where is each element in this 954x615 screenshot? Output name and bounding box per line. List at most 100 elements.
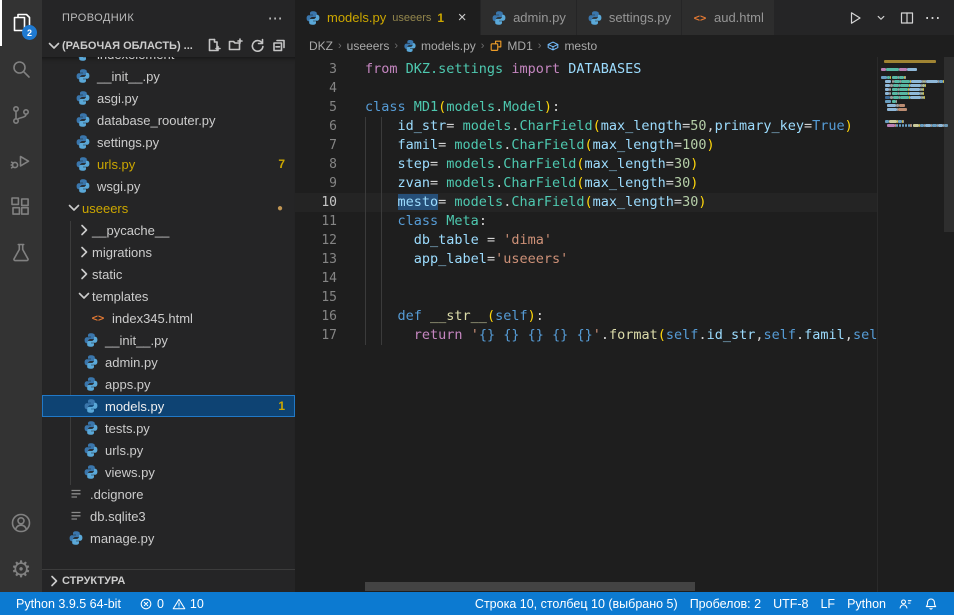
breadcrumb-useeers[interactable]: useeers [347, 39, 390, 53]
python-file-icon [83, 332, 99, 348]
breadcrumb-mesto[interactable]: mesto [546, 39, 597, 53]
breadcrumb-DKZ[interactable]: DKZ [309, 39, 333, 53]
minimap-line [924, 96, 925, 99]
field-symbol-icon [546, 39, 560, 53]
run-icon [847, 10, 863, 26]
code-line-16[interactable]: 16 def __str__(self): [295, 307, 877, 326]
code-line-7[interactable]: 7 famil= models.CharField(max_length=100… [295, 136, 877, 155]
status-problems[interactable]: 010 [133, 592, 210, 615]
workspace-section-header[interactable]: (РАБОЧАЯ ОБЛАСТЬ) ... [42, 35, 295, 57]
tab-aud.html[interactable]: <>aud.html [682, 0, 775, 35]
tab-models.py[interactable]: models.pyuseeers1× [295, 0, 481, 35]
code-line-13[interactable]: 13 app_label='useeers' [295, 250, 877, 269]
tree-item-wsgi.py[interactable]: wsgi.py [42, 175, 295, 197]
tree-item-tests.py[interactable]: tests.py [42, 417, 295, 439]
split-editor-icon[interactable] [896, 7, 918, 29]
activity-settings-gear-icon[interactable]: ⚙ [0, 546, 42, 592]
minimap-line [892, 76, 898, 79]
tree-item-useeers[interactable]: useeers● [42, 197, 295, 219]
status-encoding[interactable]: UTF-8 [767, 597, 814, 611]
tree-item-views.py[interactable]: views.py [42, 461, 295, 483]
status-language-mode[interactable]: Python [841, 597, 892, 611]
new-folder-icon[interactable] [227, 37, 243, 56]
python-file-icon [75, 57, 91, 62]
tree-item-urls.py[interactable]: urls.py 7 [42, 153, 295, 175]
tree-item-models.py[interactable]: models.py1 [42, 395, 295, 417]
activity-testing-icon[interactable] [0, 230, 42, 276]
vertical-scrollbar[interactable] [944, 57, 954, 232]
tree-item-__init__.py[interactable]: __init__.py [42, 329, 295, 351]
code-line-10[interactable]: 10 mesto= models.CharField(max_length=30… [295, 193, 877, 212]
code-line-5[interactable]: 5class MD1(models.Model): [295, 98, 877, 117]
collapse-all-icon[interactable] [271, 37, 287, 56]
error-icon [139, 597, 153, 611]
code-line-17[interactable]: 17 return '{} {} {} {} {}'.format(self.i… [295, 326, 877, 345]
activity-run-debug-icon[interactable] [0, 138, 42, 184]
tree-item-__init__.py[interactable]: __init__.py [42, 65, 295, 87]
status-cursor-position[interactable]: Строка 10, столбец 10 (выбрано 5) [469, 597, 684, 611]
code-line-4[interactable]: 4 [295, 79, 877, 98]
tree-item-static[interactable]: static [42, 263, 295, 285]
tab-bar: models.pyuseeers1×admin.pysettings.py<>a… [295, 0, 954, 35]
minimap-line [926, 80, 938, 83]
refresh-icon[interactable] [249, 37, 265, 56]
tree-item-index345.html[interactable]: <>index345.html [42, 307, 295, 329]
tree-item-settings.py[interactable]: settings.py [42, 131, 295, 153]
explorer-badge: 2 [22, 25, 37, 40]
tree-item-templates[interactable]: templates [42, 285, 295, 307]
code-line-6[interactable]: 6 id_str= models.CharField(max_length=50… [295, 117, 877, 136]
tree-item-migrations[interactable]: migrations [42, 241, 295, 263]
code-line-3[interactable]: 3from DKZ.settings import DATABASES [295, 60, 877, 79]
tree-item-asgi.py[interactable]: asgi.py [42, 87, 295, 109]
status-eol[interactable]: LF [814, 597, 841, 611]
run-dropdown-icon[interactable] [870, 7, 892, 29]
code-line-11[interactable]: 11 class Meta: [295, 212, 877, 231]
tree-item-apps.py[interactable]: apps.py [42, 373, 295, 395]
problems-badge: 7 [278, 157, 285, 171]
minimap[interactable] [881, 59, 944, 592]
code-line-15[interactable]: 15 [295, 288, 877, 307]
tree-item-db.sqlite3[interactable]: db.sqlite3 [42, 505, 295, 527]
tree-item-.dcignore[interactable]: .dcignore [42, 483, 295, 505]
close-icon[interactable]: × [454, 9, 470, 26]
tree-item-indexelement[interactable]: indexelement [42, 57, 295, 65]
python-file-icon [305, 10, 321, 26]
minimap-line [913, 124, 919, 127]
status-python-interpreter[interactable]: Python 3.9.5 64-bit [10, 592, 127, 615]
activity-source-control-icon[interactable] [0, 92, 42, 138]
activity-extensions-icon[interactable] [0, 184, 42, 230]
more-actions-icon[interactable]: ⋯ [922, 7, 944, 29]
outline-section-header[interactable]: СТРУКТУРА [42, 569, 295, 592]
code-editor[interactable]: 3from DKZ.settings import DATABASES45cla… [295, 57, 954, 592]
status-notifications[interactable] [918, 597, 944, 611]
status-indentation[interactable]: Пробелов: 2 [684, 597, 767, 611]
activity-explorer-icon[interactable]: 2 [0, 0, 42, 46]
activity-search-icon[interactable] [0, 46, 42, 92]
tab-admin.py[interactable]: admin.py [481, 0, 577, 35]
explorer-more-actions-icon[interactable]: ⋯ [268, 9, 283, 27]
code-line-14[interactable]: 14 [295, 269, 877, 288]
status-feedback[interactable] [892, 597, 918, 611]
tree-item-urls.py[interactable]: urls.py [42, 439, 295, 461]
minimap-line [889, 120, 896, 123]
horizontal-scrollbar[interactable] [365, 582, 695, 591]
code-line-8[interactable]: 8 step= models.CharField(max_length=30) [295, 155, 877, 174]
tree-item-label: urls.py [97, 157, 135, 172]
run-icon[interactable] [844, 7, 866, 29]
tree-item-__pycache__[interactable]: __pycache__ [42, 219, 295, 241]
breadcrumb-models.py[interactable]: models.py [403, 39, 476, 53]
html-file-icon: <> [90, 310, 106, 326]
python-file-icon [75, 68, 91, 84]
tree-item-admin.py[interactable]: admin.py [42, 351, 295, 373]
tree-item-label: manage.py [90, 531, 154, 546]
activity-accounts-icon[interactable] [0, 500, 42, 546]
tree-item-database_roouter.py[interactable]: database_roouter.py [42, 109, 295, 131]
tree-item-manage.py[interactable]: manage.py [42, 527, 295, 549]
tab-settings.py[interactable]: settings.py [577, 0, 682, 35]
breadcrumb-MD1[interactable]: MD1 [489, 39, 532, 53]
code-line-12[interactable]: 12 db_table = 'dima' [295, 231, 877, 250]
code-line-9[interactable]: 9 zvan= models.CharField(max_length=30) [295, 174, 877, 193]
tree-item-label: tests.py [105, 421, 150, 436]
new-file-icon[interactable] [205, 37, 221, 56]
minimap-line [886, 68, 899, 71]
